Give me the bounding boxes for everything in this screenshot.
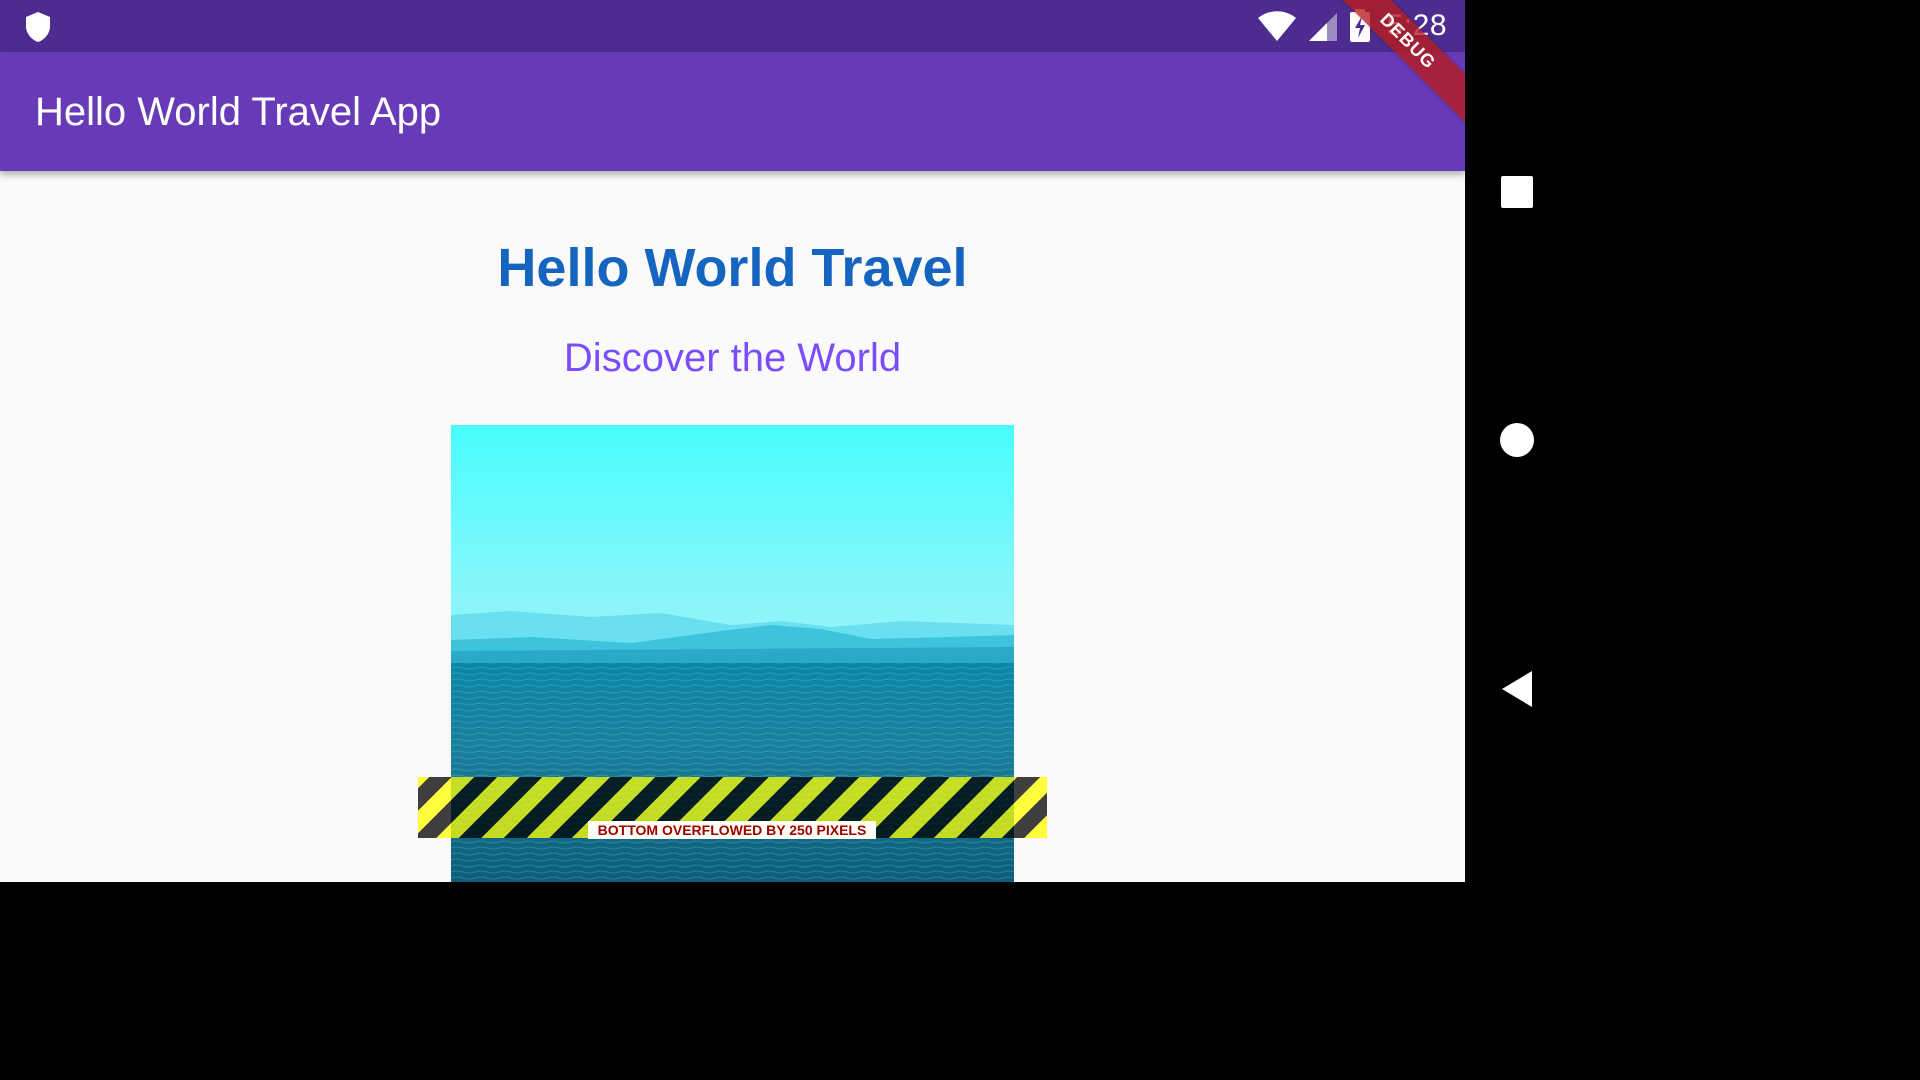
home-circle-icon: [1499, 423, 1534, 457]
page-subheading: Discover the World: [563, 336, 902, 380]
back-button[interactable]: [1465, 649, 1568, 729]
app-screen: 5:28 Hello World Travel App DEBUG Hello …: [0, 0, 1465, 882]
device-frame: 5:28 Hello World Travel App DEBUG Hello …: [0, 0, 1568, 882]
recents-square-icon: [1500, 176, 1533, 208]
app-bar: Hello World Travel App: [0, 52, 1465, 171]
signal-icon: [1308, 13, 1337, 41]
status-bar: 5:28: [0, 0, 1465, 52]
shield-icon: [26, 12, 50, 42]
back-triangle-icon: [1501, 671, 1532, 707]
page-heading: Hello World Travel: [497, 238, 968, 298]
app-bar-title: Hello World Travel App: [35, 90, 442, 134]
system-navigation-bar: [1465, 0, 1568, 882]
recents-button[interactable]: [1465, 152, 1568, 232]
overflow-warning-text: BOTTOM OVERFLOWED BY 250 PIXELS: [588, 821, 876, 839]
wifi-icon: [1257, 11, 1296, 41]
home-button[interactable]: [1465, 400, 1568, 480]
